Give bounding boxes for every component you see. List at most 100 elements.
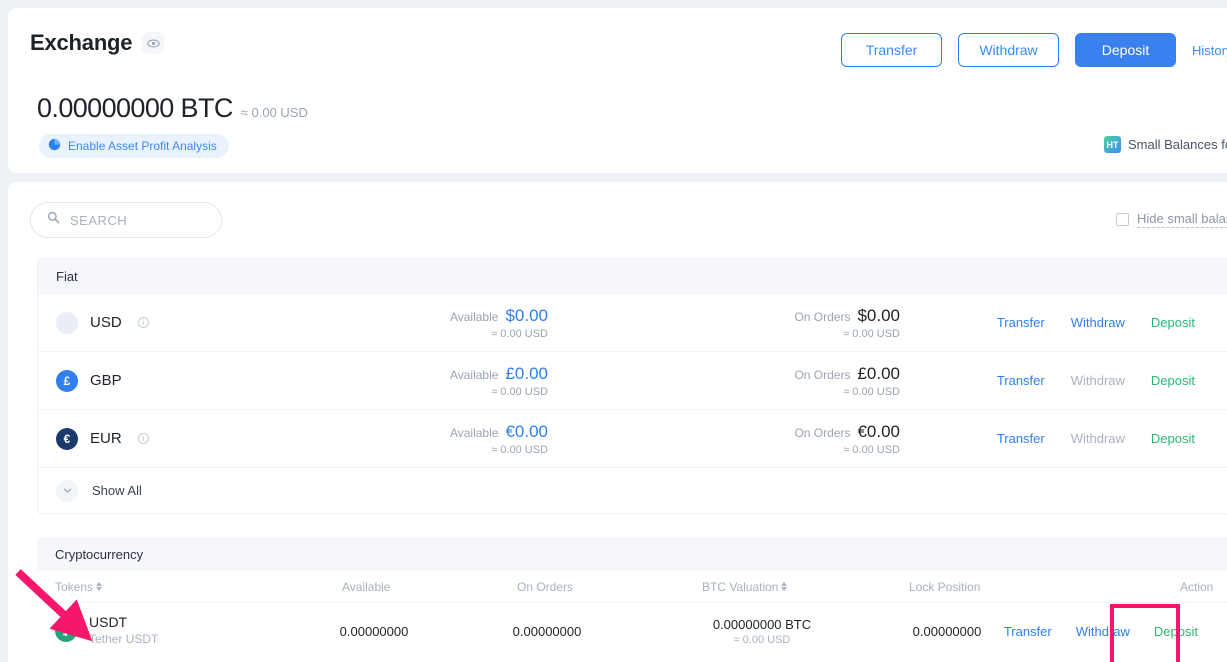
hide-small-balances-toggle[interactable]: Hide small balances <box>1116 211 1227 228</box>
crypto-btc-valuation-value: 0.00000000 BTC <box>712 616 812 632</box>
table-row[interactable]: USD i Available $0.00 ≈ 0.00 USD On Orde… <box>38 293 1227 351</box>
fiat-on-orders-usd: On Orders $0.00 ≈ 0.00 USD <box>794 306 900 340</box>
available-label: Available <box>449 309 499 324</box>
available-value: $0.00 <box>505 305 548 325</box>
row-deposit-link[interactable]: Deposit <box>1151 431 1195 446</box>
on-orders-value: €0.00 <box>857 421 900 441</box>
crypto-full-name: Tether USDT <box>89 632 159 646</box>
row-withdraw-link: Withdraw <box>1070 431 1125 446</box>
crypto-usdt-deposit-link[interactable]: Deposit <box>1154 624 1198 639</box>
pie-chart-icon <box>48 138 61 154</box>
on-orders-label: On Orders <box>794 425 851 440</box>
deposit-button[interactable]: Deposit <box>1075 33 1176 67</box>
row-transfer-link[interactable]: Transfer <box>997 315 1045 330</box>
fiat-section: Fiat USD i Available $0.00 ≈ 0.00 USD On… <box>37 258 1227 514</box>
eur-icon: € <box>56 427 78 450</box>
exchange-wallet-page: Exchange Transfer Withdraw Deposit Histo… <box>0 0 1227 662</box>
available-sub: ≈ 0.00 USD <box>491 443 548 456</box>
available-sub: ≈ 0.00 USD <box>491 385 548 398</box>
eye-icon[interactable] <box>142 32 165 54</box>
more-options-icon[interactable] <box>1221 429 1227 448</box>
hide-small-balances-checkbox[interactable] <box>1116 213 1129 226</box>
available-value: £0.00 <box>505 363 548 383</box>
row-transfer-link[interactable]: Transfer <box>997 373 1045 388</box>
account-summary-card: Exchange Transfer Withdraw Deposit Histo… <box>8 8 1227 173</box>
column-header-btc-valuation-label: BTC Valuation <box>702 579 779 594</box>
column-header-btc-valuation[interactable]: BTC Valuation <box>702 579 788 594</box>
gbp-icon: £ <box>56 369 78 392</box>
search-input[interactable] <box>70 212 190 228</box>
crypto-btc-valuation: 0.00000000 BTC ≈ 0.00 USD <box>657 617 867 646</box>
fiat-section-title: Fiat <box>38 259 1227 293</box>
on-orders-label: On Orders <box>794 309 851 324</box>
available-value: €0.00 <box>505 421 548 441</box>
fiat-available-gbp: Available £0.00 ≈ 0.00 USD <box>450 364 548 398</box>
table-row[interactable]: ₮ USDT Tether USDT 0.00000000 0.00000000… <box>37 603 1227 659</box>
fiat-actions-gbp: Transfer Withdraw Deposit <box>997 371 1227 390</box>
crypto-table-header: Tokens Available On Orders BTC Valuation… <box>37 571 1227 603</box>
summary-header: Exchange <box>30 30 165 56</box>
search-icon <box>47 211 60 229</box>
crypto-on-orders-value: 0.00000000 <box>512 623 582 639</box>
more-options-icon[interactable] <box>1221 313 1227 332</box>
transfer-button[interactable]: Transfer <box>841 33 942 67</box>
cryptocurrency-section-title: Cryptocurrency <box>37 537 1227 571</box>
show-all-label: Show All <box>92 483 142 498</box>
crypto-btc-valuation-sub: ≈ 0.00 USD <box>733 633 791 646</box>
page-title: Exchange <box>30 30 133 55</box>
history-link[interactable]: History <box>1192 43 1227 58</box>
column-header-on-orders: On Orders <box>517 579 574 594</box>
hide-small-balances-label: Hide small balances <box>1137 211 1227 228</box>
crypto-available-value: 0.00000000 <box>339 623 409 639</box>
on-orders-value: £0.00 <box>857 363 900 383</box>
sort-icon[interactable] <box>96 582 103 591</box>
header-action-buttons: Transfer Withdraw Deposit History <box>841 33 1227 67</box>
row-withdraw-link[interactable]: Withdraw <box>1071 315 1125 330</box>
usd-icon <box>56 311 78 334</box>
fiat-actions-usd: Transfer Withdraw Deposit <box>997 313 1227 332</box>
enable-asset-profit-analysis-button[interactable]: Enable Asset Profit Analysis <box>39 134 229 158</box>
column-header-tokens[interactable]: Tokens <box>55 579 103 594</box>
usdt-icon: ₮ <box>55 620 77 642</box>
column-header-lock-position: Lock Position <box>909 579 981 594</box>
column-header-action: Action <box>1180 579 1214 594</box>
crypto-actions-usdt: Transfer Withdraw Deposit <box>1004 622 1227 641</box>
cryptocurrency-section: Cryptocurrency Tokens Available On Order… <box>37 537 1227 659</box>
table-row[interactable]: £ GBP Available £0.00 ≈ 0.00 USD On Orde… <box>38 351 1227 409</box>
fiat-coin-gbp: £ GBP <box>38 369 418 392</box>
table-row[interactable]: € EUR i Available €0.00 ≈ 0.00 USD On Or… <box>38 409 1227 467</box>
ht-icon: HT <box>1104 136 1121 153</box>
on-orders-sub: ≈ 0.00 USD <box>843 443 900 456</box>
info-icon[interactable]: i <box>137 317 149 328</box>
fiat-coin-eur: € EUR i <box>38 427 418 450</box>
withdraw-button[interactable]: Withdraw <box>958 33 1059 67</box>
more-options-icon[interactable] <box>1222 622 1227 641</box>
sort-icon[interactable] <box>781 582 788 591</box>
on-orders-label: On Orders <box>794 367 851 382</box>
balance-approx: ≈ 0.00 USD <box>240 105 308 120</box>
fiat-coin-usd: USD i <box>38 311 418 334</box>
enable-asset-profit-analysis-label: Enable Asset Profit Analysis <box>68 139 217 153</box>
search-input-wrapper[interactable] <box>30 202 222 238</box>
crypto-usdt-withdraw-link[interactable]: Withdraw <box>1076 624 1130 639</box>
on-orders-sub: ≈ 0.00 USD <box>843 385 900 398</box>
row-transfer-link[interactable]: Transfer <box>997 431 1045 446</box>
more-options-icon[interactable] <box>1221 371 1227 390</box>
fiat-on-orders-eur: On Orders €0.00 ≈ 0.00 USD <box>794 422 900 456</box>
row-deposit-link[interactable]: Deposit <box>1151 315 1195 330</box>
assets-card: Hide small balances Fiat USD i Available… <box>8 182 1227 662</box>
history-label: History <box>1192 42 1227 58</box>
info-icon[interactable]: i <box>137 433 149 444</box>
column-header-tokens-label: Tokens <box>55 579 94 594</box>
total-balance: 0.00000000 BTC ≈ 0.00 USD <box>37 93 308 124</box>
fiat-symbol: USD <box>90 314 122 331</box>
fiat-available-usd: Available $0.00 ≈ 0.00 USD <box>450 306 548 340</box>
crypto-lock-position-value: 0.00000000 <box>912 623 982 639</box>
crypto-symbol: USDT <box>89 614 128 630</box>
show-all-button[interactable]: Show All <box>38 467 1227 513</box>
column-header-available: Available <box>342 579 391 594</box>
row-deposit-link[interactable]: Deposit <box>1151 373 1195 388</box>
crypto-usdt-transfer-link[interactable]: Transfer <box>1004 624 1052 639</box>
fiat-symbol: GBP <box>90 372 122 389</box>
small-balances-for-ht[interactable]: HT Small Balances for HT <box>1104 136 1227 153</box>
